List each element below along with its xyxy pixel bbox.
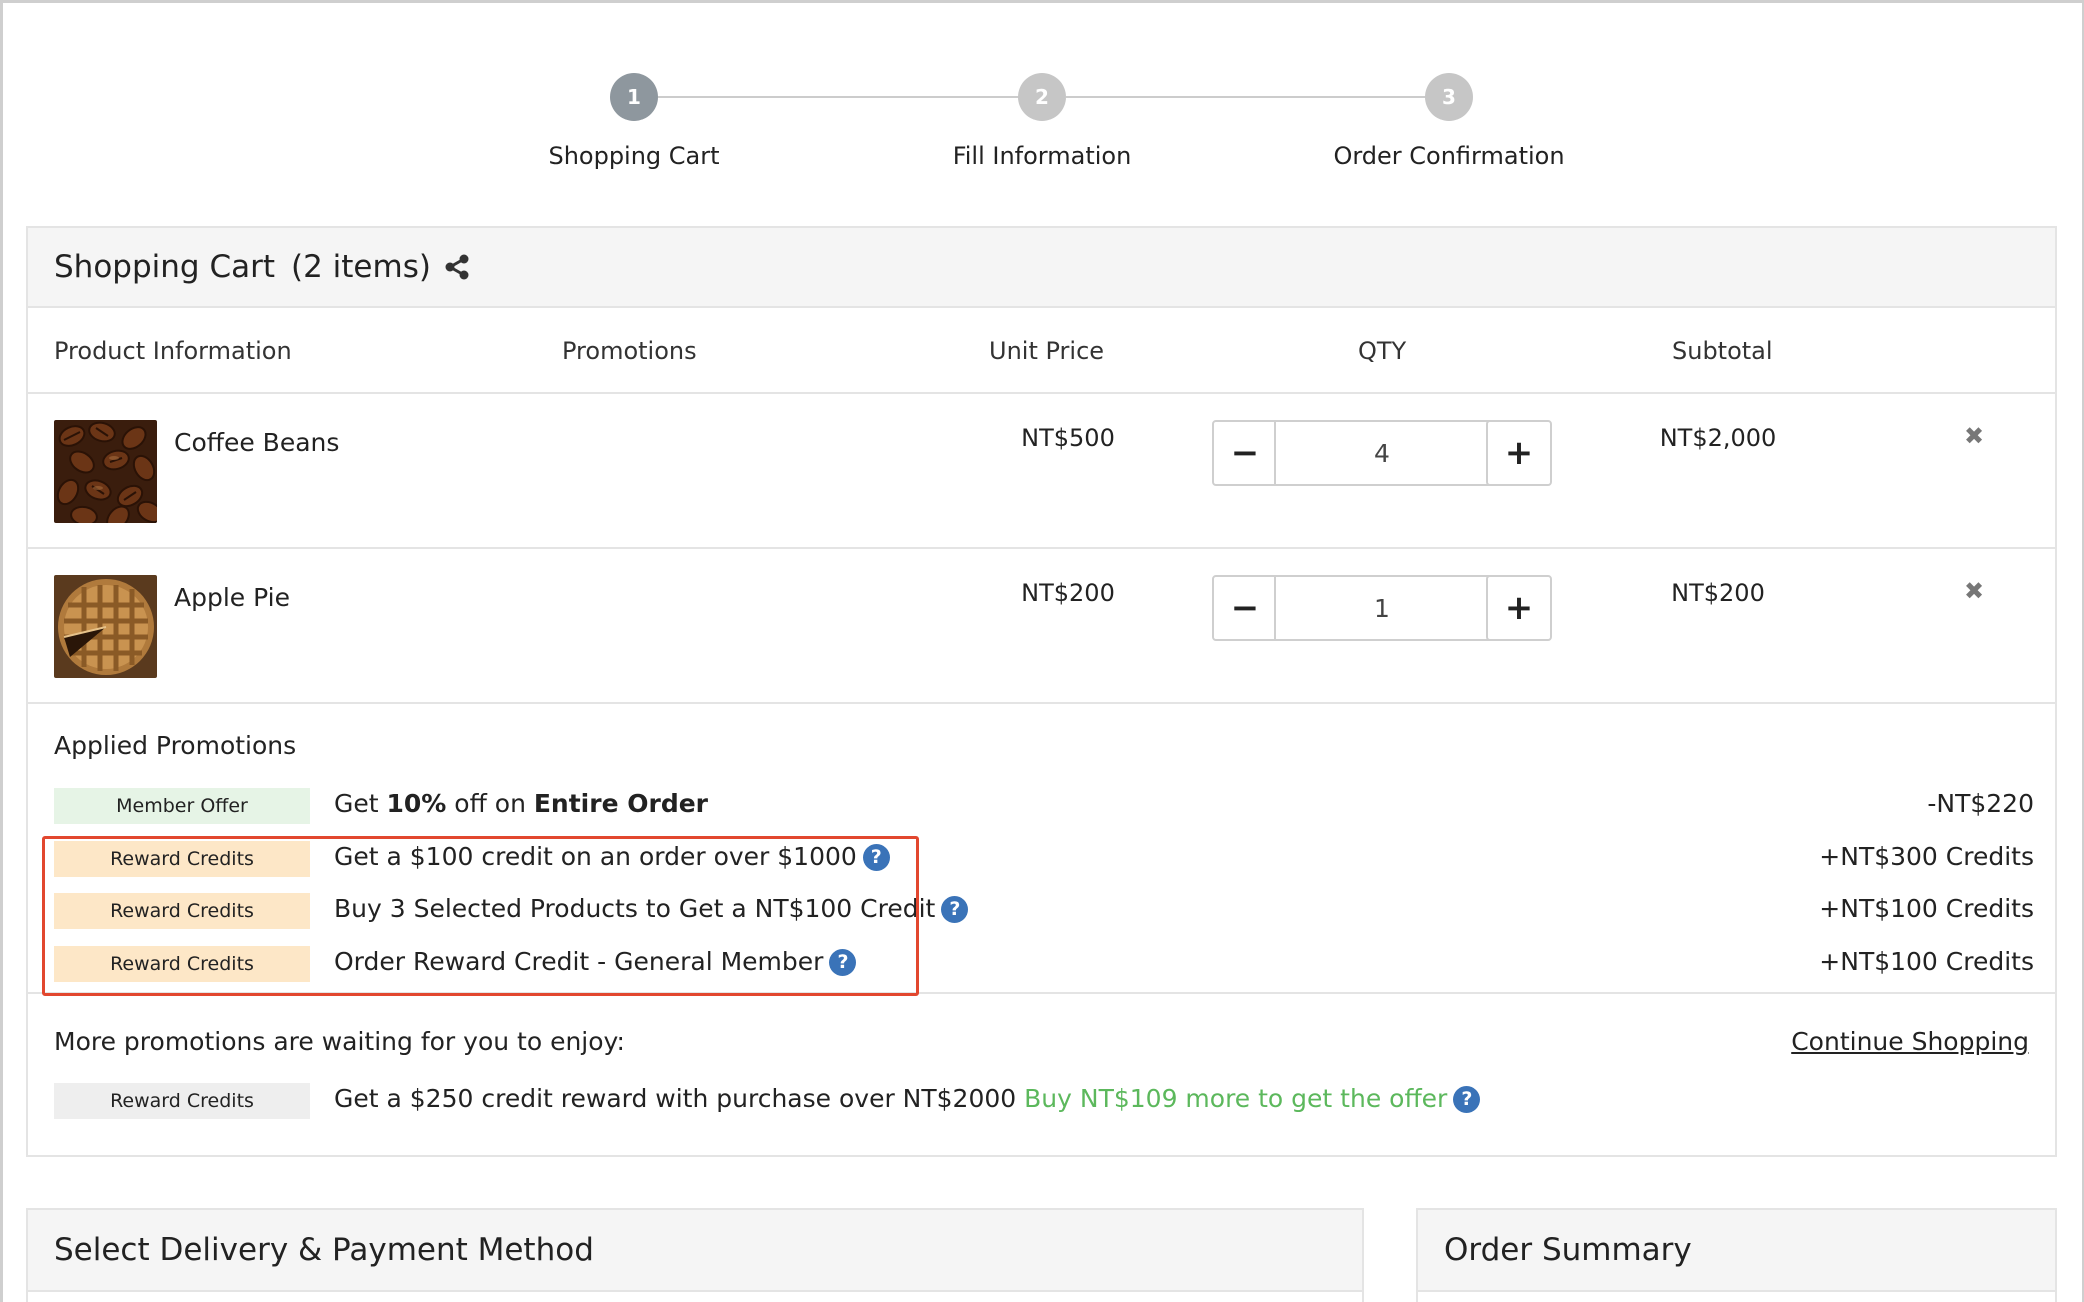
- help-icon[interactable]: ?: [941, 896, 969, 923]
- unit-price: NT$200: [1021, 579, 1115, 607]
- item-subtotal: NT$2,000: [1659, 424, 1777, 452]
- qty-increase-button[interactable]: +: [1486, 575, 1552, 641]
- col-promotions: Promotions: [562, 337, 697, 365]
- panel-body: [28, 1292, 1362, 1302]
- promo-description: Get a $100 credit on an order over $1000…: [334, 842, 890, 871]
- promo-description: Order Reward Credit - General Member?: [334, 947, 857, 976]
- promo-row-reward-credit: Reward Credits Get a $100 credit on an o…: [54, 841, 2034, 877]
- promo-description: Get 10% off on Entire Order: [334, 789, 708, 818]
- cart-header: Shopping Cart (2 items): [28, 228, 2055, 308]
- remove-item-icon[interactable]: ✖: [1964, 577, 1984, 605]
- remove-item-icon[interactable]: ✖: [1964, 422, 1984, 450]
- cart-column-headers: Product Information Promotions Unit Pric…: [28, 308, 2055, 394]
- col-qty: QTY: [1358, 337, 1407, 365]
- promo-amount: -NT$220: [1927, 789, 2034, 818]
- promo-description: Buy 3 Selected Products to Get a NT$100 …: [334, 894, 969, 923]
- unit-price: NT$500: [1021, 424, 1115, 452]
- applied-promotions-heading: Applied Promotions: [54, 731, 297, 760]
- promo-row-reward-credit: Reward Credits Order Reward Credit - Gen…: [54, 946, 2034, 982]
- promo-row-member-offer: Member Offer Get 10% off on Entire Order…: [54, 788, 2034, 824]
- step-1-indicator: 1: [610, 73, 658, 121]
- cart-row-apple-pie: Apple Pie NT$200 − + NT$200 ✖: [28, 549, 2055, 704]
- help-icon[interactable]: ?: [862, 844, 890, 871]
- qty-decrease-button[interactable]: −: [1212, 575, 1278, 641]
- promo-scope: Entire Order: [533, 789, 709, 818]
- reward-credits-badge: Reward Credits: [54, 1083, 310, 1119]
- help-icon[interactable]: ?: [829, 949, 857, 976]
- col-unit-price: Unit Price: [989, 337, 1105, 365]
- apple-pie-image[interactable]: [54, 575, 157, 678]
- promo-amount: +NT$100 Credits: [1819, 947, 2034, 976]
- qty-increase-button[interactable]: +: [1486, 420, 1552, 486]
- share-icon[interactable]: [443, 253, 471, 281]
- member-offer-badge: Member Offer: [54, 788, 310, 824]
- step-3-label: Order Confirmation: [1333, 142, 1565, 170]
- promo-row-available: Reward Credits Get a $250 credit reward …: [54, 1083, 2034, 1119]
- delivery-payment-panel: Select Delivery & Payment Method: [26, 1208, 1364, 1302]
- help-icon[interactable]: ?: [1453, 1086, 1481, 1113]
- checkout-stepper: 1 2 3 Shopping Cart Fill Information Ord…: [0, 0, 2084, 230]
- promo-amount: +NT$300 Credits: [1819, 842, 2034, 871]
- step-2-label: Fill Information: [952, 142, 1132, 170]
- promo-text-part: Get a $250 credit reward with purchase o…: [334, 1084, 1017, 1113]
- cart-row-coffee-beans: Coffee Beans NT$500 − + NT$2,000 ✖: [28, 394, 2055, 549]
- step-connector: [1066, 96, 1426, 98]
- promo-description: Get a $250 credit reward with purchase o…: [334, 1084, 1481, 1113]
- promo-amount: +NT$100 Credits: [1819, 894, 2034, 923]
- panel-body: [1418, 1292, 2055, 1302]
- reward-credits-badge: Reward Credits: [54, 841, 310, 877]
- qty-input[interactable]: [1274, 420, 1490, 486]
- cart-title: Shopping Cart: [54, 249, 275, 285]
- more-promotions-section: More promotions are waiting for you to e…: [28, 994, 2055, 1157]
- product-name[interactable]: Coffee Beans: [174, 428, 339, 457]
- order-summary-panel: Order Summary: [1416, 1208, 2057, 1302]
- applied-promotions-section: Applied Promotions Member Offer Get 10% …: [28, 704, 2055, 996]
- promo-text-part: Buy 3 Selected Products to Get a NT$100 …: [334, 894, 936, 923]
- more-promotions-text: More promotions are waiting for you to e…: [54, 1027, 625, 1056]
- promo-text-part: Get: [334, 789, 387, 818]
- qty-decrease-button[interactable]: −: [1212, 420, 1278, 486]
- qty-input[interactable]: [1274, 575, 1490, 641]
- delivery-payment-title: Select Delivery & Payment Method: [54, 1232, 594, 1268]
- order-summary-title: Order Summary: [1444, 1232, 1692, 1268]
- promo-text-part: Get a $100 credit on an order over $1000: [334, 842, 857, 871]
- shopping-cart-panel: Shopping Cart (2 items) Product Informat…: [26, 226, 2057, 1157]
- cart-item-count: (2 items): [290, 249, 431, 285]
- col-subtotal: Subtotal: [1672, 337, 1773, 365]
- reward-credits-badge: Reward Credits: [54, 946, 310, 982]
- promo-row-reward-credit: Reward Credits Buy 3 Selected Products t…: [54, 893, 2034, 929]
- step-connector: [658, 96, 1020, 98]
- item-subtotal: NT$200: [1671, 579, 1765, 607]
- continue-shopping-link[interactable]: Continue Shopping: [1791, 1027, 2029, 1056]
- step-2-indicator: 2: [1018, 73, 1066, 121]
- promo-text-part: Order Reward Credit - General Member: [334, 947, 824, 976]
- promo-text-part: off on: [446, 789, 534, 818]
- step-3-indicator: 3: [1425, 73, 1473, 121]
- quantity-stepper: − +: [1212, 420, 1552, 486]
- product-name[interactable]: Apple Pie: [174, 583, 290, 612]
- coffee-beans-image[interactable]: [54, 420, 157, 523]
- quantity-stepper: − +: [1212, 575, 1552, 641]
- reward-credits-badge: Reward Credits: [54, 893, 310, 929]
- col-product-information: Product Information: [54, 337, 292, 365]
- promo-percent: 10%: [386, 789, 447, 818]
- offer-progress-text: Buy NT$109 more to get the offer: [1024, 1084, 1448, 1113]
- step-1-label: Shopping Cart: [548, 142, 720, 170]
